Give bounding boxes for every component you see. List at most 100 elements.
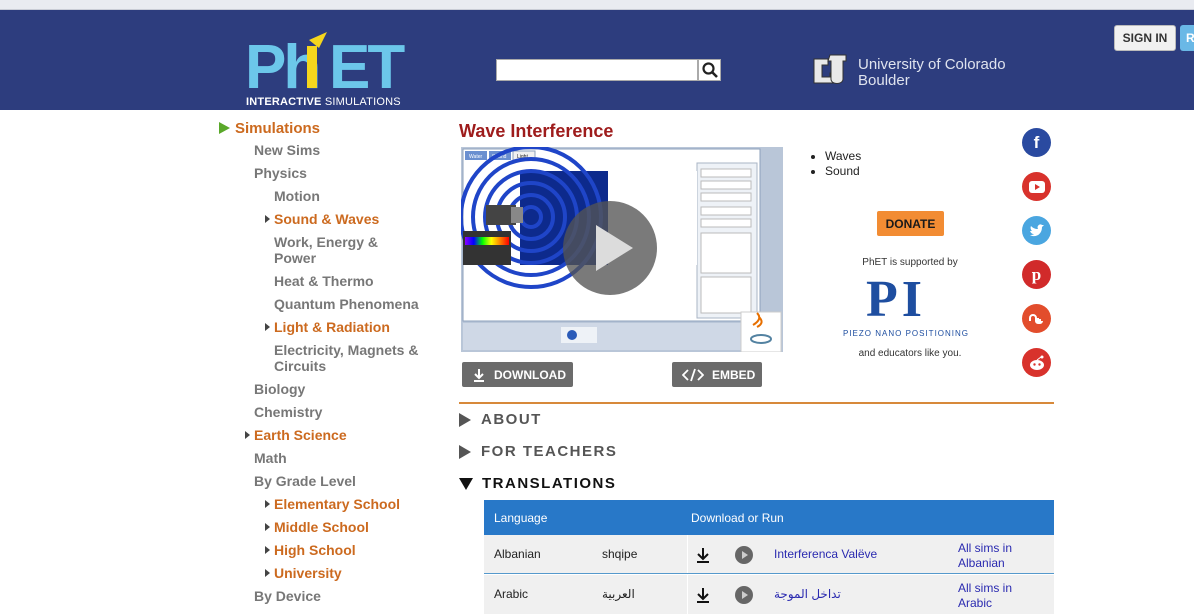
embed-button[interactable]: EMBED <box>672 362 762 387</box>
triangle-right-icon <box>219 122 230 134</box>
run-play-icon[interactable] <box>735 546 753 564</box>
sidebar-item-high[interactable]: High School <box>265 542 356 558</box>
pinterest-button[interactable]: p <box>1022 260 1051 289</box>
sidebar-item-physics[interactable]: Physics <box>254 165 307 181</box>
table-row: Albanian shqipe Interferenca Valëve All … <box>484 535 1054 575</box>
triangle-right-icon <box>265 569 270 577</box>
university-name: University of Colorado Boulder <box>858 56 1006 89</box>
sidebar-item-biology[interactable]: Biology <box>254 381 305 397</box>
triangle-down-icon <box>459 477 473 490</box>
sidebar-item-middle[interactable]: Middle School <box>265 519 369 535</box>
translations-section-toggle[interactable]: TRANSLATIONS <box>459 475 616 492</box>
triangle-right-icon <box>459 444 471 459</box>
teachers-section-toggle[interactable]: FOR TEACHERS <box>459 443 617 460</box>
page-title: Wave Interference <box>459 121 614 141</box>
svg-text:ET: ET <box>329 33 405 94</box>
youtube-icon <box>1028 180 1045 193</box>
all-sims-link[interactable]: All sims in Albanian <box>958 541 1012 571</box>
sidebar-item-electricity[interactable]: Electricity, Magnets & <box>274 342 418 358</box>
sidebar-item-heat-thermo[interactable]: Heat & Thermo <box>274 273 374 289</box>
sidebar-item-university[interactable]: University <box>265 565 342 581</box>
language-native: shqipe <box>602 547 638 561</box>
download-icon[interactable] <box>696 547 710 563</box>
youtube-button[interactable] <box>1022 172 1051 201</box>
browser-top-strip <box>0 0 1194 10</box>
topic-list: Waves Sound <box>810 149 861 179</box>
sidebar-item-by-grade[interactable]: By Grade Level <box>254 473 356 489</box>
educators-text: and educators like you. <box>858 348 962 359</box>
twitter-button[interactable] <box>1022 216 1051 245</box>
phet-wordmark: Ph ET <box>245 32 408 94</box>
simulation-screenshot: Water Sound Light <box>459 145 783 353</box>
column-header-language: Language <box>494 511 548 525</box>
thumb-tab-water: Water <box>469 154 482 160</box>
triangle-right-icon <box>265 215 270 223</box>
language-name: Albanian <box>494 547 541 561</box>
reddit-button[interactable] <box>1022 348 1051 377</box>
stumbleupon-button[interactable] <box>1022 304 1051 333</box>
language-name: Arabic <box>494 587 529 601</box>
sidebar-item-math[interactable]: Math <box>254 450 287 466</box>
pi-sponsor-logo[interactable]: PI PIEZO NANO POSITIONING <box>840 271 985 342</box>
download-icon <box>474 368 484 382</box>
search-button[interactable] <box>698 59 721 81</box>
triangle-right-icon <box>265 523 270 531</box>
topic-item: Waves <box>825 149 861 164</box>
sign-in-button[interactable]: SIGN IN <box>1114 25 1176 51</box>
download-button[interactable]: DOWNLOAD <box>462 362 573 387</box>
sidebar-item-motion[interactable]: Motion <box>274 188 320 204</box>
sidebar-item-chemistry[interactable]: Chemistry <box>254 404 322 420</box>
all-sims-link[interactable]: All sims in Arabic <box>958 581 1012 611</box>
facebook-button[interactable]: f <box>1022 128 1051 157</box>
twitter-icon <box>1029 223 1044 236</box>
sidebar-item-light-radiation[interactable]: Light & Radiation <box>265 319 390 335</box>
stumbleupon-icon <box>1028 313 1043 324</box>
sidebar-item-work-energy[interactable]: Work, Energy & <box>274 234 378 250</box>
register-button[interactable]: R <box>1180 25 1194 51</box>
sidebar-item-simulations[interactable]: Simulations <box>219 121 320 137</box>
sidebar-item-earth-science[interactable]: Earth Science <box>245 427 347 443</box>
reddit-icon <box>1029 355 1044 370</box>
pi-logo-graphic: PI PIEZO NANO POSITIONING <box>843 271 969 338</box>
language-native: العربية <box>602 587 635 601</box>
search-input[interactable] <box>496 59 698 81</box>
sidebar-item-by-device[interactable]: By Device <box>254 588 321 604</box>
sidebar-item-elementary[interactable]: Elementary School <box>265 496 400 512</box>
sidebar-item-electricity-line2[interactable]: Circuits <box>274 358 326 374</box>
triangle-right-icon <box>459 412 471 427</box>
donate-button[interactable]: DONATE <box>877 211 944 236</box>
translations-table: Language Download or Run Albanian shqipe… <box>484 500 1054 615</box>
triangle-right-icon <box>265 546 270 554</box>
section-divider <box>459 402 1054 404</box>
triangle-right-icon <box>265 323 270 331</box>
site-header: Ph ET INTERACTIVE SIMULATIONS University… <box>0 10 1194 110</box>
about-section-toggle[interactable]: ABOUT <box>459 411 542 428</box>
logo-subtitle: INTERACTIVE SIMULATIONS <box>246 96 401 108</box>
search-icon <box>701 62 718 78</box>
run-play-icon[interactable] <box>735 586 753 604</box>
sidebar-item-new-sims[interactable]: New Sims <box>254 142 320 158</box>
download-label: DOWNLOAD <box>494 367 566 382</box>
university-logo[interactable]: University of Colorado Boulder <box>810 50 1010 94</box>
supported-by-text: PhET is supported by <box>862 257 958 268</box>
table-header: Language Download or Run <box>484 500 1054 535</box>
topic-item: Sound <box>825 164 861 179</box>
download-icon[interactable] <box>696 587 710 603</box>
column-header-download: Download or Run <box>691 511 784 525</box>
pinterest-icon: p <box>1031 264 1042 284</box>
cu-logo-icon <box>813 54 847 84</box>
simulation-preview[interactable]: Water Sound Light <box>459 145 783 353</box>
facebook-icon: f <box>1033 132 1040 152</box>
triangle-right-icon <box>245 431 250 439</box>
embed-label: EMBED <box>712 367 756 382</box>
svg-text:PIEZO NANO POSITIONING: PIEZO NANO POSITIONING <box>843 329 969 338</box>
translated-sim-link[interactable]: تداخل الموجة <box>774 587 841 601</box>
phet-logo[interactable]: Ph ET INTERACTIVE SIMULATIONS <box>245 32 415 112</box>
svg-text:PI: PI <box>866 272 926 328</box>
sidebar-item-work-energy-line2[interactable]: Power <box>274 250 316 266</box>
sidebar-item-sound-waves[interactable]: Sound & Waves <box>265 211 379 227</box>
triangle-right-icon <box>265 500 270 508</box>
translated-sim-link[interactable]: Interferenca Valëve <box>774 547 877 561</box>
sidebar-item-quantum[interactable]: Quantum Phenomena <box>274 296 419 312</box>
code-icon <box>682 368 704 381</box>
